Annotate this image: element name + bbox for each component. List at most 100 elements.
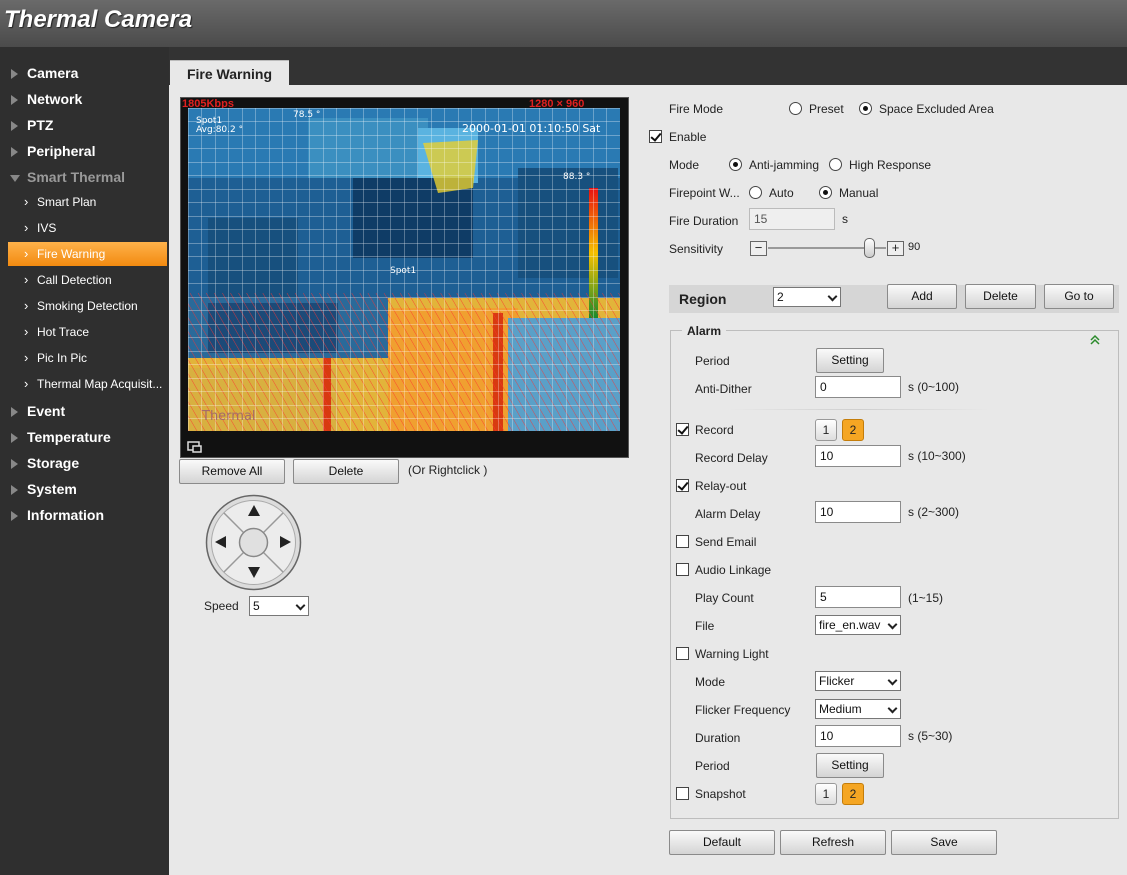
- period-label: Period: [695, 354, 730, 368]
- subnav-call-detection[interactable]: › Call Detection: [8, 268, 167, 292]
- fullscreen-icon[interactable]: [185, 438, 205, 454]
- subnav-pic-in-pic[interactable]: › Pic In Pic: [8, 346, 167, 370]
- snapshot-channel-1-button[interactable]: 1: [815, 783, 837, 805]
- region-select[interactable]: 2: [773, 287, 841, 307]
- anti-dither-input[interactable]: 0: [815, 376, 901, 398]
- thermal-scene: Spot1 Avg:80.2 ° 78.5 ° 88.3 ° 2000-01-0…: [188, 108, 620, 431]
- record-channel-2-button[interactable]: 2: [842, 419, 864, 441]
- default-button[interactable]: Default: [669, 830, 775, 855]
- mode-label: Mode: [669, 158, 700, 172]
- chevron-right-icon: ›: [24, 272, 29, 287]
- record-delay-input[interactable]: 10: [815, 445, 901, 467]
- enable-checkbox[interactable]: [649, 130, 662, 143]
- nav-system[interactable]: System: [0, 476, 169, 502]
- fire-mode-preset-label: Preset: [809, 102, 844, 116]
- relay-out-checkbox[interactable]: [676, 479, 689, 492]
- light-period-label: Period: [695, 759, 730, 773]
- play-count-label: Play Count: [695, 591, 754, 605]
- save-button[interactable]: Save: [891, 830, 997, 855]
- fire-mode-preset-radio[interactable]: [789, 102, 802, 115]
- nav-ptz[interactable]: PTZ: [0, 112, 169, 138]
- caret-right-icon: [11, 407, 18, 417]
- mode-high-response-radio[interactable]: [829, 158, 842, 171]
- nav-event[interactable]: Event: [0, 398, 169, 424]
- refresh-button[interactable]: Refresh: [780, 830, 886, 855]
- fire-mode-space-radio[interactable]: [859, 102, 872, 115]
- light-mode-select[interactable]: Flicker: [815, 671, 901, 691]
- fire-mode-label: Fire Mode: [669, 102, 724, 116]
- nav-camera[interactable]: Camera: [0, 60, 169, 86]
- add-region-button[interactable]: Add: [887, 284, 957, 309]
- ptz-left-icon[interactable]: [213, 533, 229, 551]
- caret-right-icon: [11, 511, 18, 521]
- tab-strip: [169, 47, 1127, 85]
- alarm-delay-range: s (2~300): [908, 505, 960, 519]
- nav-storage[interactable]: Storage: [0, 450, 169, 476]
- light-duration-label: Duration: [695, 731, 741, 745]
- record-channel-1-button[interactable]: 1: [815, 419, 837, 441]
- subnav-smart-plan[interactable]: › Smart Plan: [8, 190, 167, 214]
- nav-temperature[interactable]: Temperature: [0, 424, 169, 450]
- alarm-delay-input[interactable]: 10: [815, 501, 901, 523]
- caret-down-icon: [10, 175, 20, 182]
- sensitivity-minus-button[interactable]: −: [750, 241, 767, 256]
- speed-select[interactable]: 5: [249, 596, 309, 616]
- firepoint-manual-radio[interactable]: [819, 186, 832, 199]
- chevron-right-icon: ›: [24, 376, 29, 391]
- snapshot-channel-2-button[interactable]: 2: [842, 783, 864, 805]
- subnav-ivs[interactable]: › IVS: [8, 216, 167, 240]
- thermal-image[interactable]: Spot1 Avg:80.2 ° 78.5 ° 88.3 ° 2000-01-0…: [188, 108, 620, 431]
- light-duration-input[interactable]: 10: [815, 725, 901, 747]
- fire-duration-unit: s: [842, 212, 848, 226]
- firepoint-label: Firepoint W...: [669, 186, 740, 200]
- nav-information[interactable]: Information: [0, 502, 169, 528]
- fire-duration-input[interactable]: 15: [749, 208, 835, 230]
- send-email-label: Send Email: [695, 535, 757, 549]
- temp-b-label: 88.3 °: [563, 172, 590, 182]
- period-setting-button[interactable]: Setting: [816, 348, 884, 373]
- sensitivity-slider-handle[interactable]: [864, 238, 875, 258]
- subnav-smoking-detection[interactable]: › Smoking Detection: [8, 294, 167, 318]
- flicker-frequency-select[interactable]: Medium: [815, 699, 901, 719]
- remove-all-button[interactable]: Remove All: [179, 459, 285, 484]
- nav-smart-thermal[interactable]: Smart Thermal: [0, 164, 169, 190]
- subnav-fire-warning[interactable]: › Fire Warning: [8, 242, 167, 266]
- firepoint-auto-radio[interactable]: [749, 186, 762, 199]
- snapshot-checkbox[interactable]: [676, 787, 689, 800]
- chevron-right-icon: ›: [24, 324, 29, 339]
- caret-right-icon: [11, 485, 18, 495]
- subnav-hot-trace[interactable]: › Hot Trace: [8, 320, 167, 344]
- nav-peripheral[interactable]: Peripheral: [0, 138, 169, 164]
- chevron-right-icon: ›: [24, 194, 29, 209]
- audio-linkage-checkbox[interactable]: [676, 563, 689, 576]
- play-count-input[interactable]: 5: [815, 586, 901, 608]
- sensitivity-value: 90: [908, 241, 921, 253]
- ptz-right-icon[interactable]: [277, 533, 293, 551]
- caret-right-icon: [11, 95, 18, 105]
- collapse-icon[interactable]: [1089, 334, 1101, 346]
- light-period-setting-button[interactable]: Setting: [816, 753, 884, 778]
- mode-high-response-label: High Response: [849, 158, 932, 172]
- alarm-delay-label: Alarm Delay: [695, 507, 761, 521]
- watermark-label: Thermal: [201, 409, 256, 424]
- mode-anti-jamming-label: Anti-jamming: [749, 158, 820, 172]
- tab-fire-warning[interactable]: Fire Warning: [170, 60, 289, 86]
- nav-network[interactable]: Network: [0, 86, 169, 112]
- firepoint-manual-label: Manual: [839, 186, 879, 200]
- delete-region-button[interactable]: Delete: [965, 284, 1036, 309]
- play-count-range: (1~15): [908, 591, 944, 605]
- record-checkbox[interactable]: [676, 423, 689, 436]
- warning-light-checkbox[interactable]: [676, 647, 689, 660]
- send-email-checkbox[interactable]: [676, 535, 689, 548]
- mode-anti-jamming-radio[interactable]: [729, 158, 742, 171]
- sensitivity-plus-button[interactable]: +: [887, 241, 904, 256]
- file-select[interactable]: fire_en.wav: [815, 615, 901, 635]
- goto-region-button[interactable]: Go to: [1044, 284, 1114, 309]
- ptz-up-icon[interactable]: [245, 503, 263, 519]
- subnav-thermal-map[interactable]: › Thermal Map Acquisit...: [8, 372, 167, 396]
- datetime-overlay: 2000-01-01 01:10:50 Sat: [462, 122, 601, 135]
- ptz-down-icon[interactable]: [245, 564, 263, 580]
- anti-dither-range: s (0~100): [908, 380, 960, 394]
- spot-center-label: Spot1: [390, 266, 416, 276]
- delete-area-button[interactable]: Delete: [293, 459, 399, 484]
